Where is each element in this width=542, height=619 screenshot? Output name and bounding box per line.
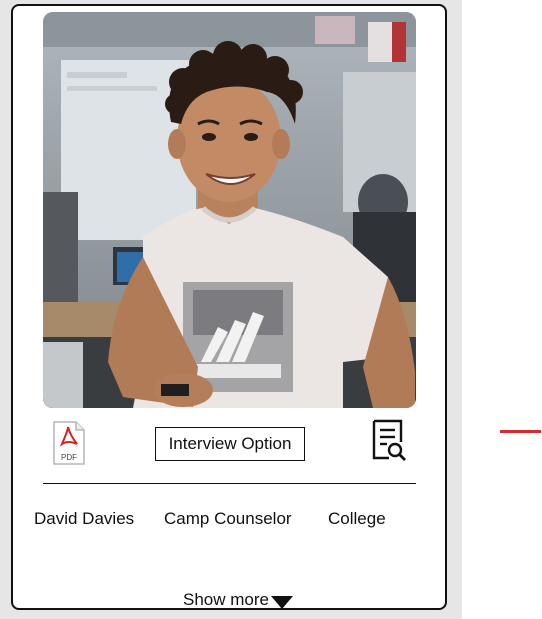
triangle-down-icon bbox=[270, 595, 293, 608]
pdf-icon[interactable]: PDF bbox=[51, 419, 87, 467]
candidate-name: David Davies bbox=[34, 509, 135, 528]
pdf-icon-label: PDF bbox=[61, 453, 77, 462]
show-more-label: Show more bbox=[183, 590, 269, 609]
show-more-toggle[interactable]: Show more bbox=[183, 590, 293, 609]
candidate-role: Camp Counselor bbox=[164, 509, 292, 528]
red-dash-indicator bbox=[500, 430, 541, 433]
candidate-card: PDF Interview Option David Davies Camp C… bbox=[11, 4, 447, 610]
candidate-education-level: College bbox=[328, 509, 386, 528]
document-search-icon[interactable] bbox=[371, 419, 407, 461]
card-divider bbox=[43, 483, 416, 484]
candidate-photo bbox=[43, 12, 416, 408]
interview-option-button[interactable]: Interview Option bbox=[155, 427, 305, 461]
